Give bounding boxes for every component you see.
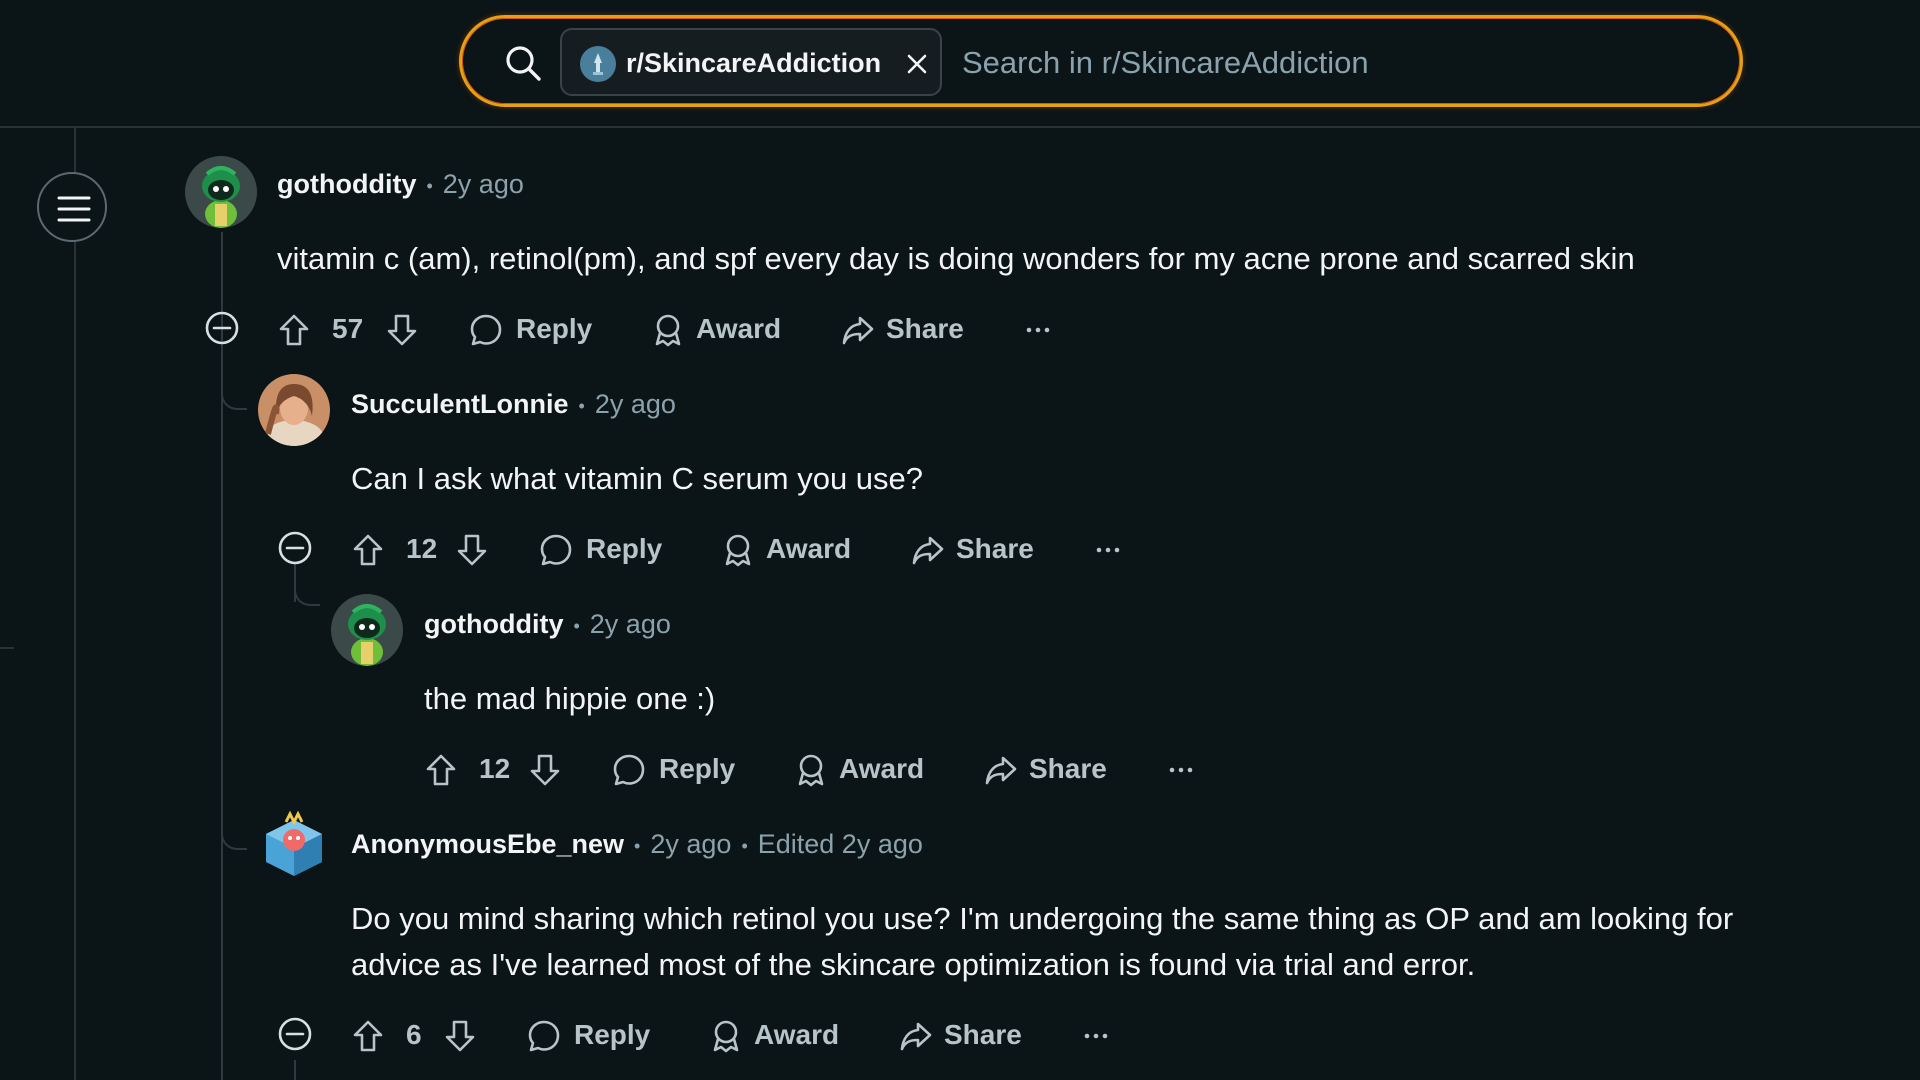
community-chip[interactable]: r/SkincareAddiction: [560, 28, 942, 96]
comment-meta: AnonymousEbe_new • 2y ago • Edited 2y ago: [351, 829, 923, 859]
avatar[interactable]: [258, 374, 330, 446]
more-icon: [1078, 1018, 1114, 1054]
close-icon[interactable]: [905, 52, 929, 76]
more-button[interactable]: [1090, 524, 1130, 574]
username[interactable]: gothoddity: [424, 609, 563, 639]
username[interactable]: AnonymousEbe_new: [351, 829, 624, 859]
thread-line: [221, 232, 223, 1080]
award-button[interactable]: Award: [708, 1010, 848, 1060]
comment-meta: gothoddity • 2y ago: [277, 169, 524, 199]
award-icon: [708, 1018, 744, 1054]
comment-body: Can I ask what vitamin C serum you use?: [351, 461, 924, 496]
share-icon: [840, 312, 876, 348]
search-bar[interactable]: r/SkincareAddiction: [459, 15, 1743, 107]
share-button[interactable]: Share: [983, 744, 1123, 794]
comment-icon: [611, 752, 647, 788]
top-bar: r/SkincareAddiction: [0, 0, 1920, 128]
left-rail-divider: [74, 126, 76, 1080]
thread-line: [294, 1060, 296, 1080]
username[interactable]: SucculentLonnie: [351, 389, 569, 419]
award-label: Award: [766, 533, 852, 564]
award-label: Award: [754, 1019, 840, 1050]
avatar[interactable]: [185, 156, 257, 228]
reply-label: Reply: [516, 313, 593, 344]
reply-label: Reply: [586, 533, 663, 564]
share-label: Share: [1029, 753, 1107, 784]
more-button[interactable]: [1078, 1010, 1118, 1060]
edited-timestamp: Edited 2y ago: [757, 829, 923, 859]
reply-label: Reply: [659, 753, 736, 784]
upvote-icon: [276, 312, 312, 348]
more-icon: [1020, 312, 1056, 348]
collapse-icon[interactable]: [204, 310, 240, 346]
comment-icon: [538, 532, 574, 568]
comment-body: Do you mind sharing which retinol you us…: [351, 896, 1891, 988]
thread-connector: [221, 826, 247, 850]
timestamp: 2y ago: [589, 609, 671, 639]
award-icon: [720, 532, 756, 568]
share-icon: [983, 752, 1019, 788]
share-button[interactable]: Share: [898, 1010, 1038, 1060]
reply-button[interactable]: Reply: [538, 524, 668, 574]
reply-button[interactable]: Reply: [611, 744, 741, 794]
upvote-icon: [350, 532, 386, 568]
timestamp: 2y ago: [650, 829, 732, 859]
comment-body-line: Do you mind sharing which retinol you us…: [351, 901, 1734, 936]
timestamp: 2y ago: [442, 169, 524, 199]
more-icon: [1163, 752, 1199, 788]
comment-icon: [468, 312, 504, 348]
downvote-icon: [442, 1018, 478, 1054]
reply-button[interactable]: Reply: [468, 304, 598, 354]
collapse-icon[interactable]: [277, 1016, 313, 1052]
comment-icon: [526, 1018, 562, 1054]
share-label: Share: [886, 313, 964, 344]
community-avatar: [580, 46, 616, 82]
downvote-icon: [527, 752, 563, 788]
downvote-icon: [454, 532, 490, 568]
comment-meta: SucculentLonnie • 2y ago: [351, 389, 676, 419]
search-input[interactable]: [960, 40, 1684, 86]
reply-button[interactable]: Reply: [526, 1010, 656, 1060]
share-label: Share: [944, 1019, 1022, 1050]
share-button[interactable]: Share: [910, 524, 1050, 574]
thread-connector: [294, 582, 320, 606]
award-button[interactable]: Award: [793, 744, 933, 794]
more-button[interactable]: [1163, 744, 1203, 794]
award-label: Award: [839, 753, 925, 784]
username[interactable]: gothoddity: [277, 169, 416, 199]
vote-count: 12: [406, 533, 438, 564]
collapse-icon[interactable]: [277, 530, 313, 566]
share-label: Share: [956, 533, 1034, 564]
award-icon: [650, 312, 686, 348]
comment-body-line: advice as I've learned most of the skinc…: [351, 947, 1476, 982]
rail-tick: [0, 647, 14, 649]
thread-connector: [221, 386, 247, 410]
share-icon: [898, 1018, 934, 1054]
downvote-icon: [384, 312, 420, 348]
award-button[interactable]: Award: [650, 304, 790, 354]
more-button[interactable]: [1020, 304, 1060, 354]
share-icon: [910, 532, 946, 568]
avatar[interactable]: [258, 810, 330, 882]
timestamp: 2y ago: [594, 389, 676, 419]
avatar[interactable]: [331, 594, 403, 666]
comment-meta: gothoddity • 2y ago: [424, 609, 671, 639]
award-button[interactable]: Award: [720, 524, 860, 574]
comment-body: vitamin c (am), retinol(pm), and spf eve…: [277, 241, 1635, 276]
vote-count: 6: [406, 1019, 422, 1050]
award-label: Award: [696, 313, 782, 344]
reply-label: Reply: [574, 1019, 651, 1050]
upvote-icon: [350, 1018, 386, 1054]
share-button[interactable]: Share: [840, 304, 980, 354]
vote-count: 12: [479, 753, 511, 784]
upvote-icon: [423, 752, 459, 788]
menu-icon: [57, 196, 91, 222]
more-icon: [1090, 532, 1126, 568]
award-icon: [793, 752, 829, 788]
community-chip-label: r/SkincareAddiction: [626, 48, 882, 78]
menu-button[interactable]: [37, 172, 107, 242]
vote-count: 57: [332, 313, 364, 344]
comment-body: the mad hippie one :): [424, 681, 716, 716]
search-icon[interactable]: [504, 44, 542, 82]
